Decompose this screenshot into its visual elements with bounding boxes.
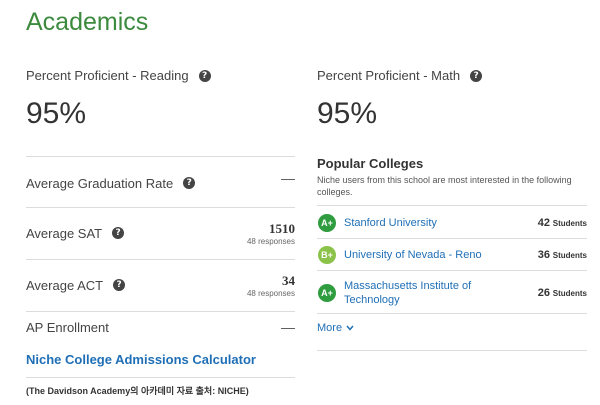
admissions-calculator-link[interactable]: Niche College Admissions Calculator <box>26 352 256 367</box>
math-proficiency: Percent Proficient - Math ? 95% <box>317 68 587 131</box>
chevron-down-icon <box>346 325 354 331</box>
divider <box>26 207 295 208</box>
reading-label: Percent Proficient - Reading <box>26 68 189 83</box>
math-value: 95% <box>317 97 378 130</box>
help-icon[interactable]: ? <box>113 279 126 291</box>
divider <box>317 238 587 239</box>
college-item[interactable]: A+ Stanford University 42 Students <box>317 213 587 233</box>
divider <box>26 259 295 260</box>
ap-enrollment-value: — <box>281 319 295 335</box>
act-label: Average ACT <box>26 277 104 293</box>
help-icon[interactable]: ? <box>112 227 125 239</box>
college-name-link[interactable]: University of Nevada - Reno <box>344 248 538 262</box>
ap-enrollment-row: AP Enrollment — <box>26 318 295 336</box>
college-name-link[interactable]: Stanford University <box>344 216 538 230</box>
help-icon[interactable]: ? <box>470 69 483 82</box>
graduation-rate-row: Average Graduation Rate ? — <box>26 170 295 196</box>
more-button[interactable]: More <box>317 322 587 334</box>
divider <box>317 205 587 206</box>
college-student-unit: Students <box>552 219 587 228</box>
divider <box>317 313 587 314</box>
sat-responses: 48 responses <box>246 236 295 246</box>
divider <box>317 270 587 271</box>
college-student-count: 42 <box>537 217 550 229</box>
grade-badge: B+ <box>318 246 336 264</box>
act-value: 34 <box>282 272 295 288</box>
section-title: Academics <box>26 8 149 36</box>
sat-label: Average SAT <box>26 225 103 241</box>
popular-colleges-title: Popular Colleges <box>317 156 424 171</box>
college-student-unit: Students <box>552 289 587 298</box>
divider <box>317 350 587 351</box>
more-label: More <box>317 322 343 334</box>
sat-value: 1510 <box>269 220 295 236</box>
source-caption: (The Davidson Academy의 아카데미 자료 출처: NICHE… <box>26 386 249 396</box>
reading-proficiency: Percent Proficient - Reading ? 95% <box>26 68 295 131</box>
graduation-rate-label: Average Graduation Rate <box>26 175 174 191</box>
graduation-rate-value: — <box>281 170 295 186</box>
popular-colleges-description: Niche users from this school are most in… <box>317 175 572 197</box>
ap-enrollment-label: AP Enrollment <box>26 319 109 335</box>
sat-row: Average SAT ? 1510 48 responses <box>26 216 295 250</box>
help-icon[interactable]: ? <box>183 177 196 189</box>
grade-badge: A+ <box>318 284 336 302</box>
college-student-unit: Students <box>552 251 587 260</box>
college-item[interactable]: A+ Massachusetts Institute of Technology… <box>317 279 587 307</box>
college-name-link[interactable]: Massachusetts Institute of Technology <box>344 279 538 307</box>
math-label: Percent Proficient - Math <box>317 68 461 83</box>
college-student-count: 36 <box>537 249 550 261</box>
divider <box>26 156 295 157</box>
grade-badge: A+ <box>318 214 336 232</box>
help-icon[interactable]: ? <box>198 69 211 82</box>
popular-colleges: Popular Colleges Niche users from this s… <box>317 156 587 198</box>
college-student-count: 26 <box>537 287 550 299</box>
act-responses: 48 responses <box>246 288 295 298</box>
reading-value: 95% <box>26 97 87 130</box>
college-item[interactable]: B+ University of Nevada - Reno 36 Studen… <box>317 245 587 265</box>
divider <box>26 311 295 312</box>
act-row: Average ACT ? 34 48 responses <box>26 268 295 302</box>
divider <box>26 377 295 378</box>
